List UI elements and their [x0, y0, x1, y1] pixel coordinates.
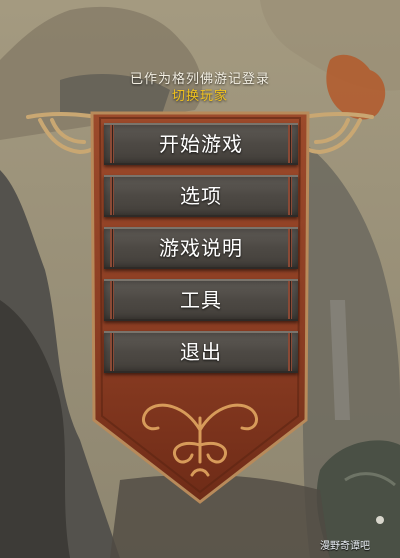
watermark-text: 漫野奇谭吧	[320, 541, 370, 552]
options-button[interactable]: 选项	[104, 175, 298, 217]
game-instructions-button[interactable]: 游戏说明	[104, 227, 298, 269]
options-label: 选项	[180, 184, 222, 208]
login-status-text: 已作为格列佛游记登录	[129, 72, 270, 87]
tools-label: 工具	[180, 288, 222, 312]
login-info: 已作为格列佛游记登录 切换玩家	[0, 71, 400, 105]
start-game-button[interactable]: 开始游戏	[104, 123, 298, 165]
game-instructions-label: 游戏说明	[159, 236, 243, 260]
start-game-label: 开始游戏	[159, 132, 243, 156]
tools-button[interactable]: 工具	[104, 279, 298, 321]
switch-player-link[interactable]: 切换玩家	[0, 88, 400, 105]
exit-button[interactable]: 退出	[104, 331, 298, 373]
exit-label: 退出	[180, 340, 222, 364]
main-menu: 开始游戏 选项 游戏说明 工具 退出	[104, 123, 298, 383]
